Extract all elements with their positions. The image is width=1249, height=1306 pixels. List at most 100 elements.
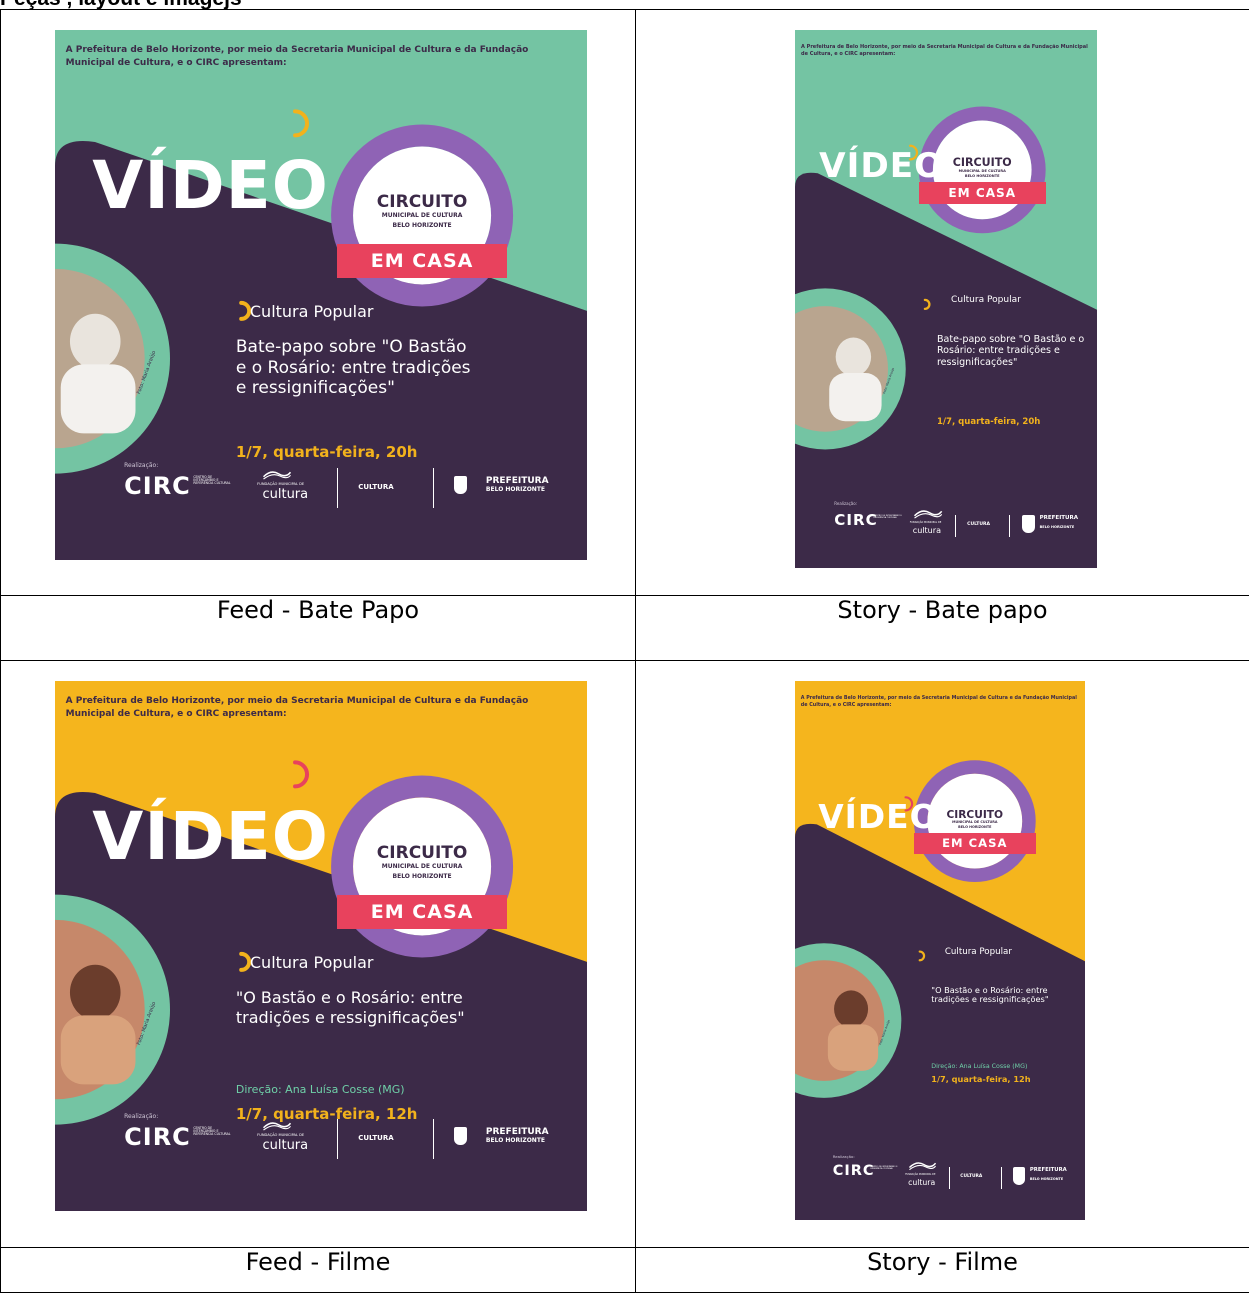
logo-pbh-line1: PREFEITURA bbox=[1029, 1167, 1067, 1174]
video-title: VÍDEO bbox=[92, 797, 329, 875]
logo-circ-subtitle: CENTRO DE INTERCÂMBIO E REFERÊNCIA CULTU… bbox=[193, 474, 231, 486]
topic-label: Cultura Popular bbox=[249, 301, 374, 321]
caption-story-filme: Story - Filme bbox=[635, 1247, 1249, 1293]
circuito-title: CIRCUITO bbox=[376, 842, 468, 863]
logo-pbh-line2: BELO HORIZONTE bbox=[1039, 524, 1075, 529]
pbh-shield-icon bbox=[1021, 514, 1035, 533]
cell-feed-bate-papo: A Prefeitura de Belo Horizonte, por meio… bbox=[0, 9, 636, 596]
poster-intro-text: A Prefeitura de Belo Horizonte, por meio… bbox=[800, 696, 1077, 708]
logo-divider bbox=[948, 1167, 950, 1189]
logo-pbh-line2: BELO HORIZONTE bbox=[485, 1136, 546, 1144]
circuito-subtitle-2: BELO HORIZONTE bbox=[392, 872, 452, 880]
circuito-subtitle-1: MUNICIPAL DE CULTURA bbox=[952, 820, 998, 825]
logo-cultura: CULTURA bbox=[358, 482, 394, 491]
table-row: A Prefeitura de Belo Horizonte, por meio… bbox=[0, 9, 1249, 596]
logo-cultura: CULTURA bbox=[358, 1133, 394, 1142]
photo-figure-body bbox=[60, 1015, 136, 1085]
logo-pbh-line2: BELO HORIZONTE bbox=[485, 485, 546, 493]
logo-pbh-line1: PREFEITURA bbox=[1039, 514, 1079, 521]
em-casa-banner: EM CASA bbox=[337, 243, 508, 278]
em-casa-banner: EM CASA bbox=[337, 894, 508, 929]
logo-circ: CIRC bbox=[124, 1122, 191, 1151]
logo-circ: CIRC bbox=[124, 471, 191, 500]
logo-fmc: cultura bbox=[908, 1177, 936, 1187]
logo-divider bbox=[336, 467, 338, 508]
poster-story-filme: A Prefeitura de Belo Horizonte, por meio… bbox=[795, 681, 1085, 1220]
poster-feed-bate-papo: A Prefeitura de Belo Horizonte, por meio… bbox=[55, 30, 587, 560]
circuito-subtitle-1: MUNICIPAL DE CULTURA bbox=[958, 168, 1006, 173]
circuito-title: CIRCUITO bbox=[946, 807, 1004, 821]
logo-divider bbox=[336, 1118, 338, 1159]
poster-story-bate-papo: A Prefeitura de Belo Horizonte, por meio… bbox=[795, 30, 1097, 568]
pbh-shield-icon bbox=[454, 475, 467, 494]
logo-circ-subtitle: CENTRO DE INTERCÂMBIO E REFERÊNCIA CULTU… bbox=[873, 514, 902, 519]
circuito-subtitle-2: BELO HORIZONTE bbox=[392, 221, 452, 229]
event-title: Bate-papo sobre "O Bastão e o Rosário: e… bbox=[235, 337, 471, 399]
logo-fmc: cultura bbox=[912, 525, 942, 535]
photo-figure-head bbox=[835, 337, 872, 377]
realizacao-label: Realização: bbox=[124, 1112, 159, 1120]
video-title: VÍDEO bbox=[92, 146, 329, 224]
fmc-wave-icon bbox=[263, 471, 292, 480]
cell-story-bate-papo: A Prefeitura de Belo Horizonte, por meio… bbox=[635, 9, 1249, 596]
logo-divider bbox=[1009, 514, 1011, 538]
realizacao-label: Realização: bbox=[832, 1153, 855, 1159]
logo-circ: CIRC bbox=[832, 1163, 875, 1180]
circuito-subtitle-1: MUNICIPAL DE CULTURA bbox=[381, 211, 463, 219]
logo-pbh-line1: PREFEITURA bbox=[485, 1126, 549, 1137]
logo-pbh-line1: PREFEITURA bbox=[485, 475, 549, 486]
logo-divider bbox=[1000, 1167, 1002, 1189]
logo-fmc-line: FUNDAÇÃO MUNICIPAL DE bbox=[909, 520, 942, 524]
caption-story-bate-papo: Story - Bate papo bbox=[635, 595, 1249, 661]
logo-fmc: cultura bbox=[262, 1137, 309, 1153]
fmc-wave-icon bbox=[263, 1122, 292, 1131]
realizacao-label: Realização: bbox=[834, 500, 858, 506]
circuito-subtitle-1: MUNICIPAL DE CULTURA bbox=[381, 862, 463, 870]
logo-fmc-line: FUNDAÇÃO MUNICIPAL DE bbox=[257, 481, 305, 486]
logo-fmc: cultura bbox=[262, 486, 309, 502]
logo-cultura: CULTURA bbox=[967, 521, 990, 527]
logo-cultura: CULTURA bbox=[960, 1173, 983, 1179]
poster-artwork bbox=[795, 30, 1097, 568]
topic-label: Cultura Popular bbox=[944, 947, 1012, 958]
logo-pbh-line2: BELO HORIZONTE bbox=[1029, 1176, 1064, 1181]
logo-fmc-line: FUNDAÇÃO MUNICIPAL DE bbox=[257, 1132, 305, 1137]
cell-story-filme: A Prefeitura de Belo Horizonte, por meio… bbox=[635, 660, 1249, 1248]
realizacao-label: Realização: bbox=[124, 461, 159, 469]
direcao-credit: Direção: Ana Luísa Cosse (MG) bbox=[235, 1083, 405, 1096]
pbh-shield-icon bbox=[454, 1126, 467, 1145]
photo-figure-head bbox=[69, 964, 121, 1020]
layout-table: A Prefeitura de Belo Horizonte, por meio… bbox=[0, 9, 1249, 1293]
caption-feed-filme: Feed - Filme bbox=[0, 1247, 636, 1293]
pbh-shield-icon bbox=[1012, 1167, 1026, 1185]
table-row: Feed - Filme Story - Filme bbox=[0, 1247, 1249, 1293]
circuito-subtitle-2: BELO HORIZONTE bbox=[964, 173, 1000, 178]
fmc-wave-icon bbox=[913, 510, 943, 519]
photo-figure-body bbox=[827, 1024, 879, 1071]
photo-figure-body bbox=[829, 372, 882, 422]
event-date: 1/7, quarta-feira, 20h bbox=[235, 443, 418, 462]
cell-feed-filme: A Prefeitura de Belo Horizonte, por meio… bbox=[0, 660, 636, 1248]
poster-intro-text: A Prefeitura de Belo Horizonte, por meio… bbox=[65, 696, 529, 720]
direcao-credit: Direção: Ana Luísa Cosse (MG) bbox=[931, 1062, 1028, 1070]
logo-circ: CIRC bbox=[834, 510, 878, 529]
table-row: Feed - Bate Papo Story - Bate papo bbox=[0, 595, 1249, 661]
event-title: "O Bastão e o Rosário: entre tradições e… bbox=[931, 984, 1049, 1005]
caption-feed-bate-papo: Feed - Bate Papo bbox=[0, 595, 636, 661]
event-title: "O Bastão e o Rosário: entre tradições e… bbox=[235, 988, 465, 1027]
photo-figure-body bbox=[60, 364, 136, 434]
logo-circ-subtitle: CENTRO DE INTERCÂMBIO E REFERÊNCIA CULTU… bbox=[870, 1166, 898, 1171]
photo-figure-head bbox=[834, 990, 869, 1028]
circuito-title: CIRCUITO bbox=[952, 155, 1012, 169]
table-row: A Prefeitura de Belo Horizonte, por meio… bbox=[0, 660, 1249, 1248]
photo-figure-head bbox=[69, 313, 121, 369]
event-date: 1/7, quarta-feira, 12h bbox=[931, 1074, 1031, 1085]
poster-intro-text: A Prefeitura de Belo Horizonte, por meio… bbox=[801, 44, 1088, 58]
logo-divider bbox=[432, 467, 434, 508]
em-casa-banner: EM CASA bbox=[918, 181, 1046, 205]
event-date: 1/7, quarta-feira, 20h bbox=[936, 417, 1041, 428]
poster-artwork bbox=[795, 681, 1085, 1220]
event-title: Bate-papo sobre "O Bastão e o Rosário: e… bbox=[936, 333, 1085, 368]
logo-divider bbox=[955, 514, 957, 538]
topic-label: Cultura Popular bbox=[951, 295, 1021, 306]
